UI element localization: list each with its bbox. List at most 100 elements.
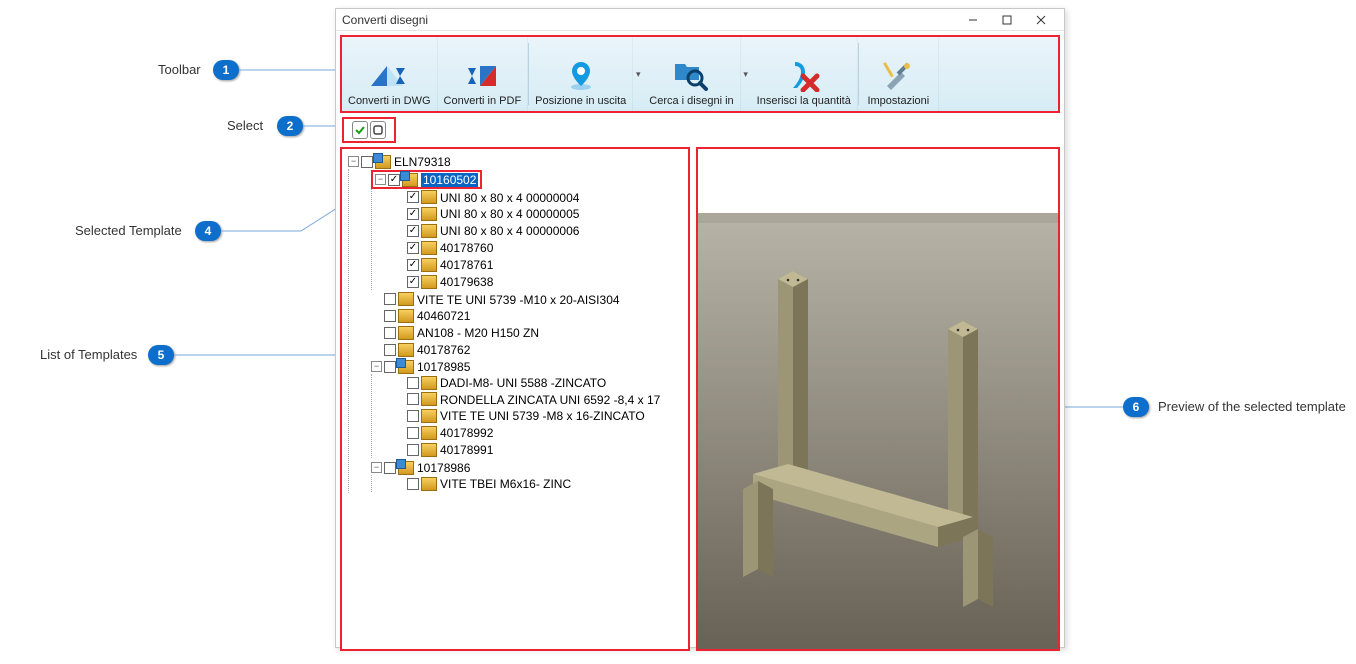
tree-checkbox[interactable] [407, 478, 419, 490]
assembly-icon [375, 155, 391, 169]
body-split: −ELN79318−✓10160502✓UNI 80 x 80 x 4 0000… [336, 147, 1064, 651]
pin-icon [561, 55, 601, 95]
tree-checkbox[interactable] [384, 361, 396, 373]
callout-line-5 [174, 354, 335, 356]
search-drawings-dropdown[interactable]: ▾ [741, 37, 751, 111]
part-icon [421, 392, 437, 406]
callout-toolbar-label: Toolbar [158, 62, 201, 77]
callout-badge-1: 1 [213, 60, 239, 80]
tree-item-label[interactable]: UNI 80 x 80 x 4 00000006 [440, 224, 579, 238]
part-icon [398, 326, 414, 340]
tree-checkbox[interactable]: ✓ [407, 191, 419, 203]
titlebar: Converti disegni [336, 9, 1064, 31]
tools-icon [878, 55, 918, 95]
insert-qty-label: Inserisci la quantità [757, 95, 851, 107]
convert-dwg-button[interactable]: Converti in DWG [342, 37, 438, 111]
part-icon [398, 309, 414, 323]
callout-badge-5: 5 [148, 345, 174, 365]
convert-pdf-label: Converti in PDF [444, 95, 522, 107]
close-button[interactable] [1024, 10, 1058, 30]
app-window: Converti disegni Converti in DWG Convert… [335, 8, 1065, 648]
part-icon [421, 477, 437, 491]
callout-badge-4: 4 [195, 221, 221, 241]
tree-item-label[interactable]: AN108 - M20 H150 ZN [417, 326, 539, 340]
tree-item-label[interactable]: 40178991 [440, 443, 493, 457]
search-drawings-label: Cerca i disegni in [649, 95, 733, 107]
assembly-icon [402, 173, 418, 187]
tree-checkbox[interactable]: ✓ [407, 242, 419, 254]
deselect-all-button[interactable] [370, 121, 386, 139]
tree-checkbox[interactable] [407, 410, 419, 422]
tree-checkbox[interactable]: ✓ [388, 174, 400, 186]
tree-item-label[interactable]: 40178760 [440, 241, 493, 255]
tree-item-label[interactable]: DADI-M8- UNI 5588 -ZINCATO [440, 376, 606, 390]
tree-checkbox[interactable]: ✓ [407, 259, 419, 271]
tree-checkbox[interactable]: ✓ [407, 208, 419, 220]
part-icon [421, 275, 437, 289]
tree-item-label[interactable]: 10160502 [421, 173, 478, 187]
tree-expand[interactable]: − [371, 462, 382, 473]
tree-checkbox[interactable] [384, 344, 396, 356]
callout-line-1 [239, 69, 335, 71]
output-position-button[interactable]: Posizione in uscita [529, 37, 633, 111]
tree-checkbox[interactable]: ✓ [407, 276, 419, 288]
tree-item-label[interactable]: 10178985 [417, 360, 470, 374]
preview-3d-model [698, 149, 1058, 649]
settings-label: Impostazioni [867, 95, 929, 107]
tree-item-label[interactable]: UNI 80 x 80 x 4 00000005 [440, 207, 579, 221]
tree-item-label[interactable]: 40178992 [440, 426, 493, 440]
callout-badge-2: 2 [277, 116, 303, 136]
part-icon [421, 376, 437, 390]
tree-item-label[interactable]: 40460721 [417, 309, 470, 323]
tree-expand[interactable]: − [371, 361, 382, 372]
tree-checkbox[interactable] [407, 427, 419, 439]
part-icon [421, 190, 437, 204]
tree-item-label[interactable]: 40179638 [440, 275, 493, 289]
dwg-icon [369, 55, 409, 95]
maximize-button[interactable] [990, 10, 1024, 30]
settings-button[interactable]: Impostazioni [859, 37, 939, 111]
assembly-icon [398, 461, 414, 475]
convert-pdf-button[interactable]: Converti in PDF [438, 37, 529, 111]
part-icon [398, 343, 414, 357]
selection-bar [342, 117, 396, 143]
tree-checkbox[interactable] [407, 377, 419, 389]
toolbar: Converti in DWG Converti in PDF Posizion… [340, 35, 1060, 113]
tree-scroll[interactable]: −ELN79318−✓10160502✓UNI 80 x 80 x 4 0000… [342, 149, 688, 649]
tree-item-label[interactable]: 40178762 [417, 343, 470, 357]
tree-checkbox[interactable] [384, 310, 396, 322]
part-icon [398, 292, 414, 306]
tree-checkbox[interactable] [407, 444, 419, 456]
tree-item-label[interactable]: 10178986 [417, 461, 470, 475]
insert-qty-button[interactable]: Inserisci la quantità [751, 37, 858, 111]
search-folder-icon [671, 55, 711, 95]
tree-item-label[interactable]: 40178761 [440, 258, 493, 272]
tree-checkbox[interactable] [384, 327, 396, 339]
tree-item-label[interactable]: UNI 80 x 80 x 4 00000004 [440, 190, 579, 204]
tree-expand[interactable]: − [348, 156, 359, 167]
tree-checkbox[interactable] [407, 393, 419, 405]
callout-line-6 [1065, 406, 1123, 408]
part-icon [421, 258, 437, 272]
tree-item-label[interactable]: ELN79318 [394, 155, 451, 169]
select-all-button[interactable] [352, 121, 368, 139]
callout-preview-label: Preview of the selected template [1158, 399, 1346, 414]
tree-checkbox[interactable] [384, 293, 396, 305]
tree-checkbox[interactable] [361, 156, 373, 168]
tree-item-label[interactable]: RONDELLA ZINCATA UNI 6592 -8,4 x 17 [440, 392, 660, 406]
tree-item-label[interactable]: VITE TE UNI 5739 -M8 x 16-ZINCATO [440, 409, 645, 423]
tree-item-label[interactable]: VITE TE UNI 5739 -M10 x 20-AISI304 [417, 292, 620, 306]
callout-selected-label: Selected Template [75, 223, 182, 238]
minimize-button[interactable] [956, 10, 990, 30]
tree-checkbox[interactable]: ✓ [407, 225, 419, 237]
tree-expand[interactable]: − [375, 174, 386, 185]
window-title: Converti disegni [342, 13, 956, 27]
output-position-label: Posizione in uscita [535, 95, 626, 107]
qty-icon [784, 55, 824, 95]
search-drawings-button[interactable]: Cerca i disegni in [643, 37, 740, 111]
tree-checkbox[interactable] [384, 462, 396, 474]
tree-panel: −ELN79318−✓10160502✓UNI 80 x 80 x 4 0000… [340, 147, 690, 651]
output-position-dropdown[interactable]: ▾ [633, 37, 643, 111]
callout-badge-6: 6 [1123, 397, 1149, 417]
tree-item-label[interactable]: VITE TBEI M6x16- ZINC [440, 477, 571, 491]
